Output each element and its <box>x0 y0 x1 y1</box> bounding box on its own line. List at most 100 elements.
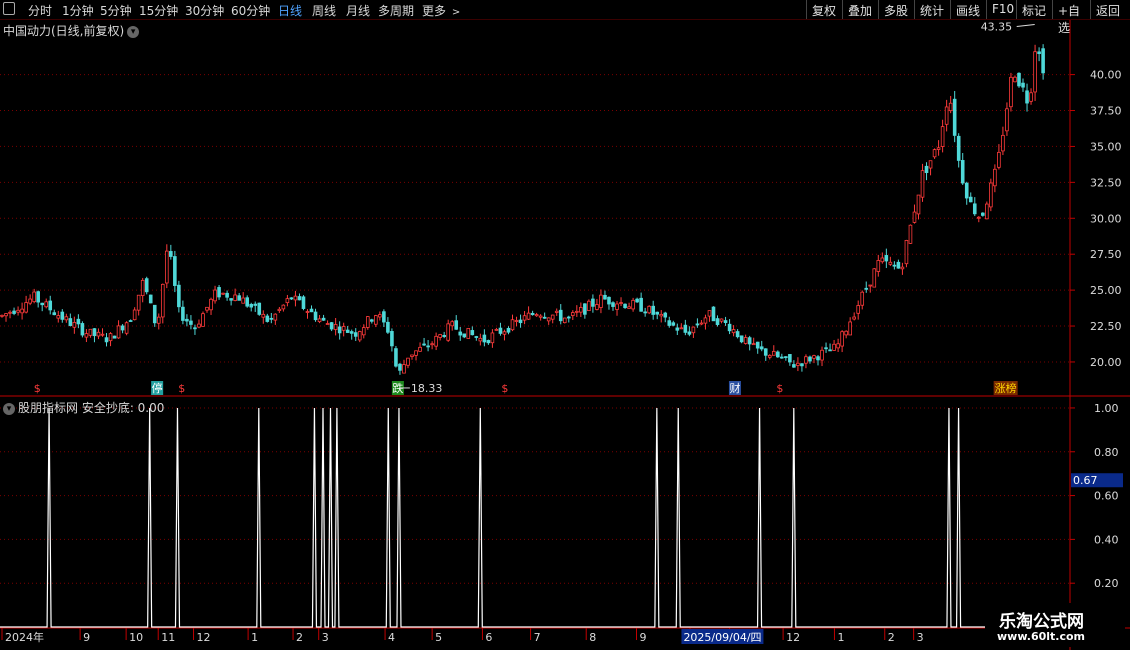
candle-body <box>301 296 306 309</box>
candle-body <box>920 170 925 198</box>
time-tick-label: 2024年 <box>5 630 44 644</box>
candle-body <box>603 294 607 300</box>
candle-body <box>474 336 479 338</box>
event-marker: $ <box>34 382 41 395</box>
candle-body <box>426 345 430 348</box>
candle-body <box>518 319 523 324</box>
candle-body <box>671 322 676 326</box>
candle-body <box>711 306 716 322</box>
candle-body <box>550 314 555 320</box>
candle-body <box>796 362 800 366</box>
candle-body <box>64 316 69 321</box>
candle-body <box>434 335 438 347</box>
candle-body <box>546 317 551 322</box>
candle-body <box>784 356 788 359</box>
candle-body <box>229 298 233 301</box>
candle-body <box>382 311 386 323</box>
candle-body <box>985 203 989 220</box>
candle-body <box>72 322 77 328</box>
candle-body <box>112 335 117 339</box>
event-marker: $ <box>178 382 185 395</box>
candle-body <box>719 318 724 322</box>
candle-body <box>494 328 499 331</box>
stock-title[interactable]: 中国动力(日线,前复权) ▾ <box>3 22 140 39</box>
candle-body <box>406 357 410 366</box>
candle-body <box>1017 72 1021 87</box>
candle-body <box>659 313 664 317</box>
candle-body <box>812 355 816 359</box>
candle-body <box>908 224 913 244</box>
high-price-label: 43.35 <box>981 20 1013 33</box>
candle-body <box>635 298 639 303</box>
candle-body <box>289 297 294 300</box>
time-tick-label: 8 <box>589 631 596 644</box>
candle-body <box>587 300 591 312</box>
price-tick-label: 37.50 <box>1090 105 1122 118</box>
candle-body <box>514 320 519 322</box>
watermark-logo: 乐淘公式网 www.60lt.com <box>985 603 1125 647</box>
candles <box>0 44 1045 375</box>
candle-body <box>185 318 189 322</box>
candle-body <box>663 312 668 318</box>
watermark-title: 乐淘公式网 <box>999 612 1084 632</box>
time-tick-label: 1 <box>251 631 258 644</box>
price-axis-labels: 20.00 22.50 25.00 27.50 30.00 32.50 35.00 37.50… <box>1090 69 1122 369</box>
candle-body <box>193 327 197 330</box>
candle-body <box>124 322 129 334</box>
safe-bottom-line <box>0 407 1070 628</box>
candle-body <box>932 149 937 158</box>
candle-body <box>699 322 704 325</box>
candle-body <box>948 102 953 112</box>
candle-body <box>960 160 965 184</box>
candle-body <box>1033 51 1037 93</box>
indicator-axis-labels: 0.20 0.40 0.60 0.80 1.00 0.67 <box>1071 402 1123 590</box>
candle-body <box>8 311 12 314</box>
candle-body <box>16 309 20 313</box>
time-tick-label: 9 <box>640 631 647 644</box>
candle-body <box>120 325 125 331</box>
candle-body <box>627 306 631 309</box>
event-marker: 停 <box>152 381 163 395</box>
chevron-down-icon[interactable]: ▾ <box>127 26 140 38</box>
cursor-value-label: 0.67 <box>1073 474 1098 487</box>
candle-body <box>438 334 442 338</box>
time-tick-label: 4 <box>388 631 395 644</box>
price-tick-label: 35.00 <box>1090 140 1122 153</box>
candle-body <box>341 326 346 331</box>
candle-body <box>715 318 720 325</box>
candle-body <box>205 306 209 311</box>
candle-body <box>297 296 302 301</box>
candle-body <box>860 291 865 306</box>
indicator-title[interactable]: ▾ 股朋指标网 安全抄底: 0.00 <box>3 399 164 416</box>
candle-body <box>731 329 736 334</box>
candle-body <box>225 292 229 298</box>
indicator-tick-label: 0.20 <box>1094 577 1119 590</box>
candle-body <box>80 323 85 336</box>
candle-body <box>241 297 245 304</box>
candle-body <box>466 328 471 339</box>
candle-body <box>52 312 57 316</box>
candle-body <box>478 337 483 342</box>
candle-body <box>562 317 567 324</box>
candle-body <box>800 363 804 367</box>
candle-body <box>751 343 756 346</box>
candle-body <box>611 302 615 307</box>
candle-body <box>972 203 977 215</box>
chevron-down-icon[interactable]: ▾ <box>3 403 15 415</box>
candle-body <box>365 316 370 328</box>
candle-body <box>888 261 893 265</box>
candle-body <box>615 303 619 310</box>
candle-body <box>486 340 491 344</box>
candle-body <box>755 341 760 349</box>
candle-body <box>695 323 700 326</box>
candle-body <box>904 239 909 265</box>
candle-body <box>780 356 784 359</box>
candle-body <box>820 349 824 361</box>
candle-body <box>727 323 732 332</box>
candle-body <box>675 327 680 331</box>
chart-canvas[interactable]: 20.00 22.50 25.00 27.50 30.00 32.50 35.00 37.50… <box>0 0 1130 650</box>
candle-body <box>623 303 627 309</box>
candle-body <box>410 354 414 357</box>
candle-body <box>1005 108 1009 132</box>
candle-body <box>92 328 97 337</box>
